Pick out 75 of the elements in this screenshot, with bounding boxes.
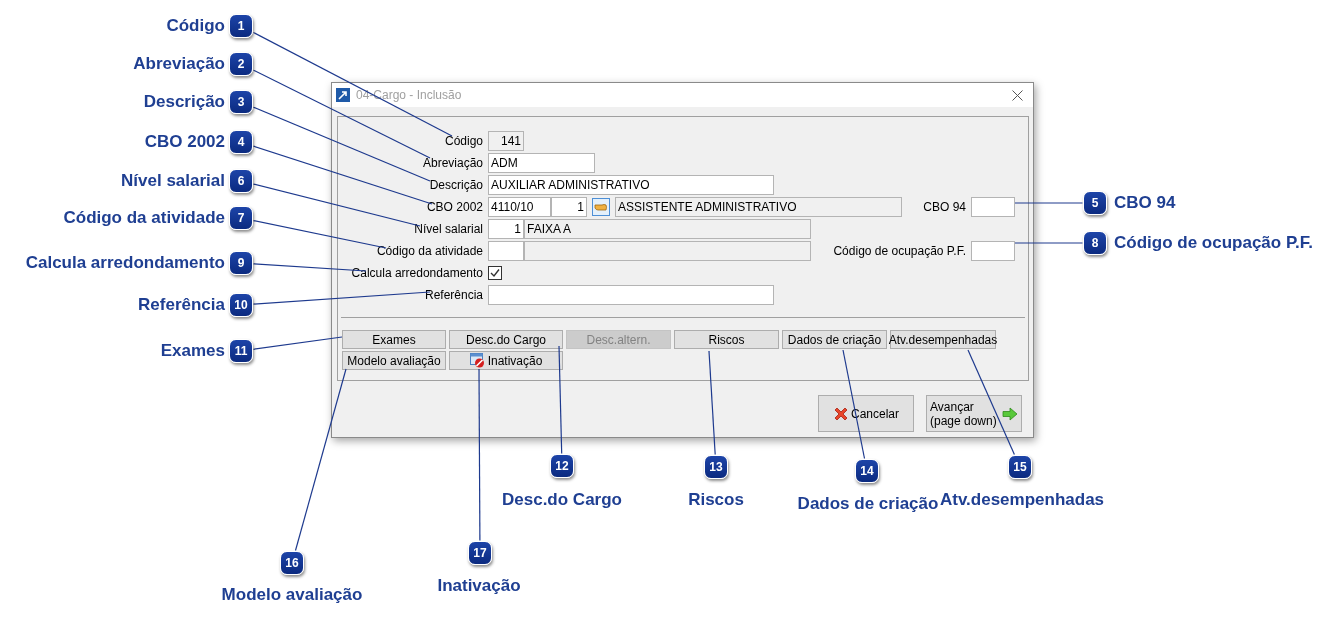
option-button[interactable]: Inativação — [449, 351, 563, 370]
number-badge: 16 — [280, 551, 304, 575]
option-button[interactable]: Modelo avaliação — [342, 351, 446, 370]
field-label: Nível salarial — [413, 222, 484, 236]
callout-label: Exames — [160, 340, 225, 362]
blocked-window-icon — [469, 353, 485, 368]
next-button[interactable]: Avançar (page down) — [926, 395, 1022, 432]
number-badge: 1 — [229, 14, 253, 38]
field-label: Código — [443, 134, 484, 148]
text-field[interactable] — [971, 241, 1015, 261]
callout-label: Desc.do Cargo — [502, 489, 622, 511]
option-button[interactable]: Dados de criação — [782, 330, 887, 349]
option-button[interactable]: Atv.desempenhadas — [890, 330, 996, 349]
callout-label: Atv.desempenhadas — [939, 489, 1105, 511]
number-badge: 10 — [229, 293, 253, 317]
number-badge: 17 — [468, 541, 492, 565]
text-field[interactable]: ASSISTENTE ADMINISTRATIVO — [615, 197, 902, 217]
callout-label: Código — [166, 15, 225, 37]
close-icon[interactable] — [1012, 89, 1023, 101]
number-badge: 15 — [1008, 455, 1032, 479]
callout-label: Modelo avaliação — [221, 584, 363, 606]
callout-label: Descrição — [143, 91, 225, 113]
field-label: CBO 94 — [923, 200, 967, 214]
number-badge: 11 — [229, 339, 253, 363]
leader-line — [1014, 202, 1084, 204]
number-badge: 2 — [229, 52, 253, 76]
field-label: Referência — [423, 288, 484, 302]
number-badge: 7 — [229, 206, 253, 230]
option-button[interactable]: Desc.do Cargo — [449, 330, 563, 349]
callout-label: Calcula arredondamento — [25, 252, 225, 274]
cancel-icon — [833, 405, 849, 422]
callout-label: CBO 94 — [1114, 192, 1176, 214]
number-badge: 6 — [229, 169, 253, 193]
right-arrow-icon — [1002, 406, 1018, 421]
option-button[interactable]: Exames — [342, 330, 446, 349]
option-button[interactable]: Riscos — [674, 330, 779, 349]
text-field[interactable] — [488, 285, 774, 305]
field-label: Abreviação — [421, 156, 484, 170]
text-field[interactable]: AUXILIAR ADMINISTRATIVO — [488, 175, 774, 195]
text-field[interactable] — [488, 241, 524, 261]
callout-label: Referência — [138, 294, 225, 316]
text-field[interactable]: 1 — [488, 219, 524, 239]
checkbox[interactable] — [488, 266, 502, 280]
text-field[interactable]: 4110/10 — [488, 197, 551, 217]
number-badge: 4 — [229, 130, 253, 154]
field-label: Descrição — [428, 178, 484, 192]
field-label: Código da atividade — [375, 244, 484, 258]
callout-label: Abreviação — [133, 53, 225, 75]
text-field[interactable]: FAIXA A — [524, 219, 811, 239]
text-field[interactable]: ADM — [488, 153, 595, 173]
text-field[interactable] — [524, 241, 811, 261]
cancel-button[interactable]: Cancelar — [818, 395, 914, 432]
callout-label: Riscos — [688, 489, 744, 511]
number-badge: 3 — [229, 90, 253, 114]
number-badge: 13 — [704, 455, 728, 479]
text-field[interactable]: 141 — [488, 131, 524, 151]
field-label: Código de ocupação P.F. — [833, 244, 967, 258]
callout-label: Nível salarial — [121, 170, 225, 192]
field-label: CBO 2002 — [425, 200, 484, 214]
number-badge: 5 — [1083, 191, 1107, 215]
lookup-button[interactable] — [592, 198, 610, 216]
callout-label: Inativação — [437, 575, 521, 597]
callout-label: Código da atividade — [63, 207, 225, 229]
leader-line — [1014, 242, 1084, 244]
callout-label: CBO 2002 — [144, 131, 225, 153]
number-badge: 9 — [229, 251, 253, 275]
app-icon — [336, 88, 350, 102]
callout-label: Dados de criação — [797, 493, 939, 515]
number-badge: 14 — [855, 459, 879, 483]
field-label: Calcula arredondamento — [350, 266, 484, 280]
callout-label: Código de ocupação P.F. — [1114, 232, 1313, 254]
number-badge: 12 — [550, 454, 574, 478]
text-field[interactable] — [971, 197, 1015, 217]
text-field[interactable]: 1 — [551, 197, 587, 217]
number-badge: 8 — [1083, 231, 1107, 255]
